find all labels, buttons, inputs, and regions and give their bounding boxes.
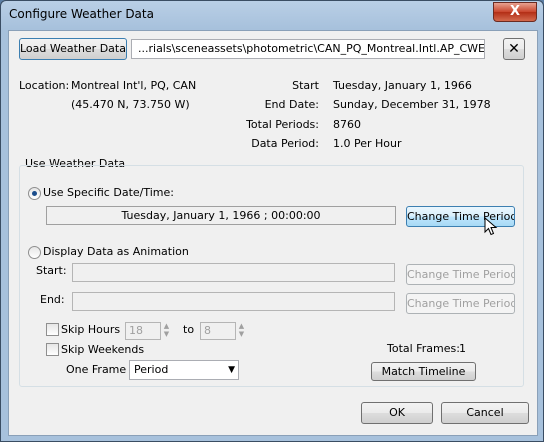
dialog-window: Configure Weather Data X Load Weather Da… xyxy=(0,0,544,442)
skip-weekends-label: Skip Weekends xyxy=(61,343,145,356)
start-value: Tuesday, January 1, 1966 xyxy=(333,79,472,92)
to-label: to xyxy=(183,323,195,336)
skip-hours-label: Skip Hours xyxy=(61,323,121,336)
close-icon: ✕ xyxy=(508,41,520,57)
skip-from-spinner: 18 xyxy=(125,322,161,340)
window-title: Configure Weather Data xyxy=(9,7,154,21)
data-period-value: 1.0 Per Hour xyxy=(333,137,402,150)
use-specific-date-label: Use Specific Date/Time: xyxy=(43,186,174,199)
location-name: Montreal Int'l, PQ, CAN xyxy=(71,79,197,92)
animation-start-label: Start: xyxy=(36,264,67,277)
display-animation-radio[interactable] xyxy=(28,246,41,259)
change-start-time-period-button: Change Time Period... xyxy=(406,264,515,285)
total-periods-value: 8760 xyxy=(333,118,361,131)
use-specific-date-radio[interactable] xyxy=(28,187,41,200)
change-time-period-button[interactable]: Change Time Period... xyxy=(406,206,515,227)
display-animation-label: Display Data as Animation xyxy=(43,245,189,258)
end-date-label: End Date: xyxy=(264,98,319,111)
data-period-label: Data Period: xyxy=(251,137,319,150)
match-timeline-button[interactable]: Match Timeline xyxy=(371,362,476,381)
mouse-cursor-icon xyxy=(484,217,498,236)
spinner-arrows-icon: ▲ ▼ xyxy=(238,322,245,338)
skip-weekends-checkbox[interactable] xyxy=(46,343,59,356)
animation-end-field xyxy=(72,292,395,311)
start-label: Start xyxy=(292,79,319,92)
weather-file-path-field[interactable]: ...rials\sceneassets\photometric\CAN_PQ_… xyxy=(131,39,485,59)
total-periods-label: Total Periods: xyxy=(246,118,319,131)
window-close-button[interactable]: X xyxy=(493,2,537,22)
animation-start-field xyxy=(72,263,395,282)
one-frame-value: Period xyxy=(134,363,169,376)
cancel-button[interactable]: Cancel xyxy=(441,402,529,424)
skip-hours-checkbox[interactable] xyxy=(46,323,59,336)
one-frame-select[interactable]: Period ▼ xyxy=(129,360,239,380)
dropdown-arrow-icon: ▼ xyxy=(228,365,235,375)
skip-to-spinner: 8 xyxy=(200,322,236,340)
total-frames-label: Total Frames: xyxy=(387,342,460,355)
spinner-arrows-icon: ▲ ▼ xyxy=(163,322,170,338)
animation-end-label: End: xyxy=(40,293,65,306)
location-label: Location: xyxy=(19,79,70,92)
change-end-time-period-button: Change Time Period... xyxy=(406,293,515,314)
location-coords: (45.470 N, 73.750 W) xyxy=(71,98,190,111)
title-bar[interactable]: Configure Weather Data X xyxy=(1,1,543,29)
dialog-body: Load Weather Data... ...rials\sceneasset… xyxy=(8,30,538,436)
specific-date-field: Tuesday, January 1, 1966 ; 00:00:00 xyxy=(46,206,396,225)
end-date-value: Sunday, December 31, 1978 xyxy=(333,98,491,111)
load-weather-data-button[interactable]: Load Weather Data... xyxy=(19,38,127,60)
ok-button[interactable]: OK xyxy=(361,402,433,424)
one-frame-label: One Frame xyxy=(66,363,127,376)
clear-file-button[interactable]: ✕ xyxy=(503,38,525,60)
total-frames-value: 1 xyxy=(459,342,466,355)
